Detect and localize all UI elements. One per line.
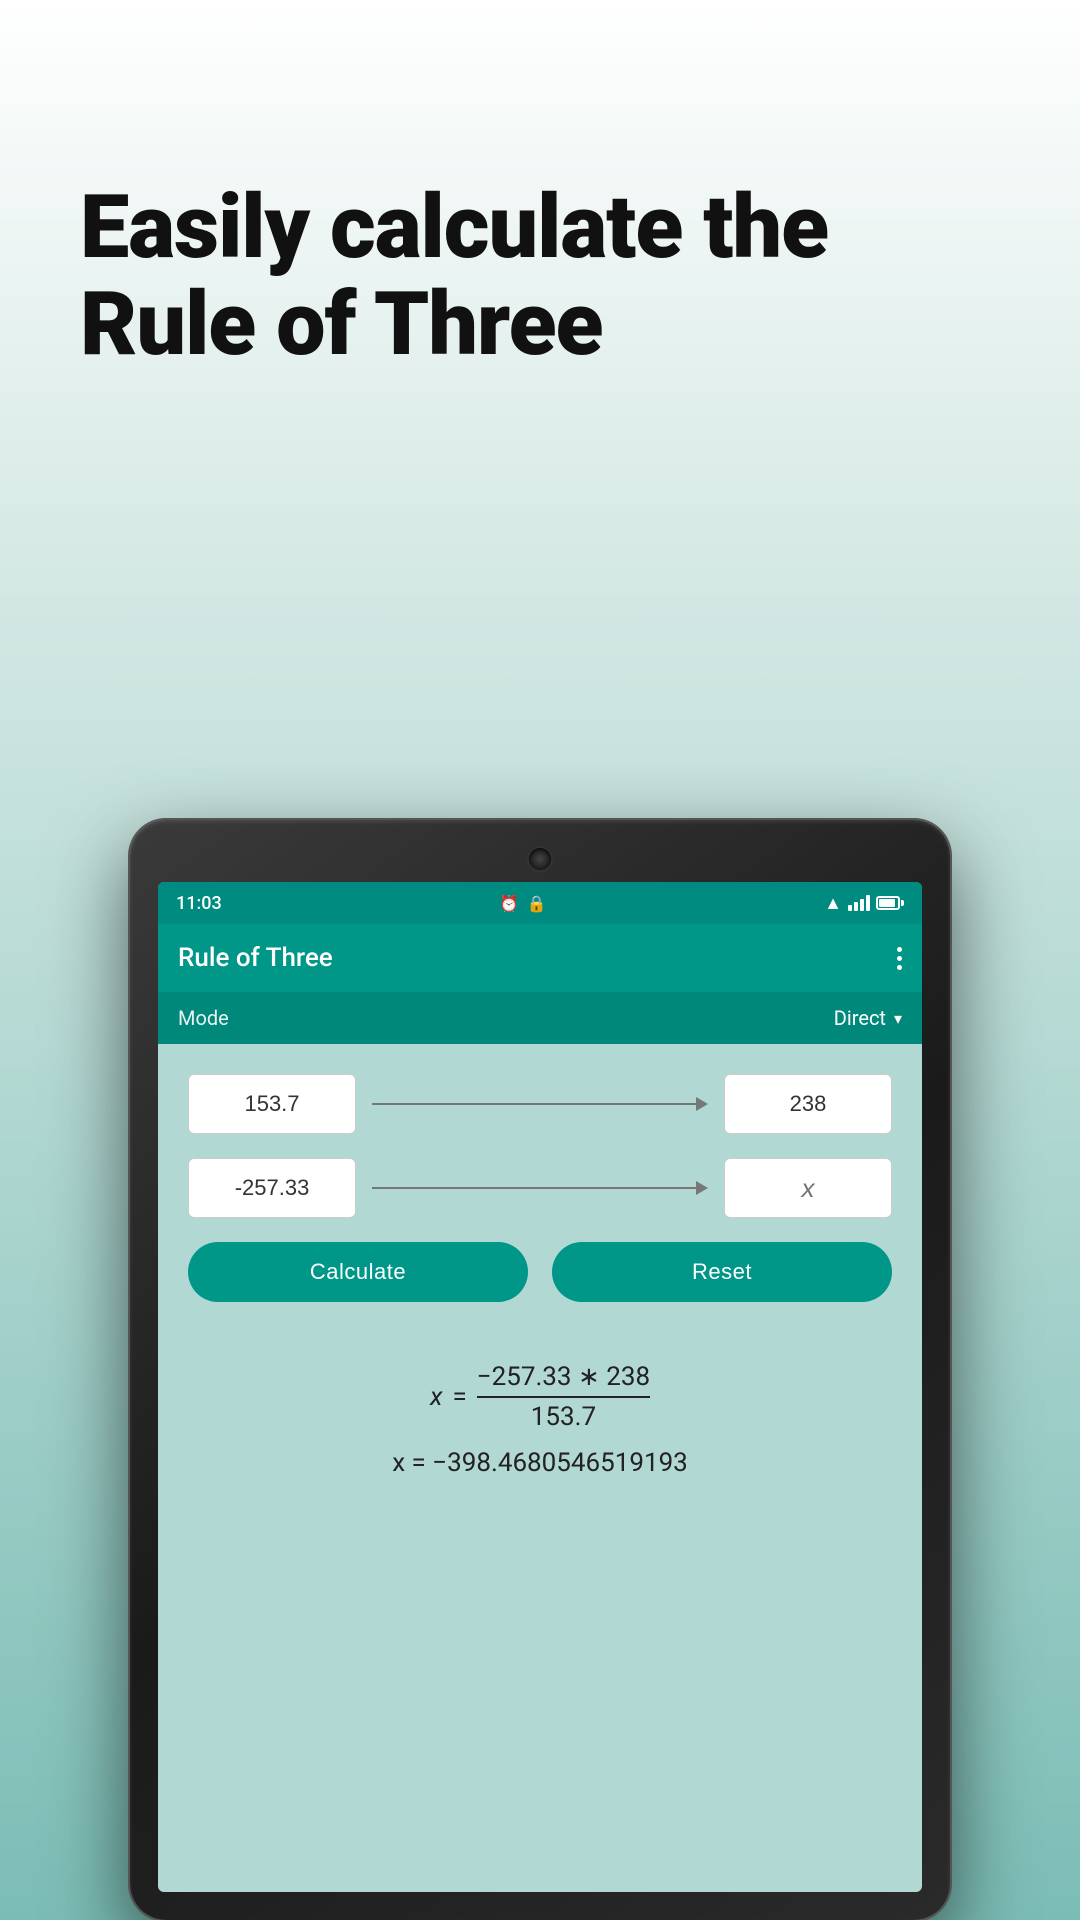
arrow-line-2 — [372, 1187, 708, 1189]
tablet-screen: 11:03 ⏰ 🔒 ▲ — [158, 882, 922, 1892]
formula-display: x = −257.33 ∗ 238 153.7 — [178, 1362, 902, 1432]
wifi-icon: ▲ — [824, 893, 842, 914]
calculate-button[interactable]: Calculate — [188, 1242, 528, 1302]
input-c[interactable] — [188, 1158, 356, 1218]
tablet-device: 11:03 ⏰ 🔒 ▲ — [130, 820, 950, 1920]
more-options-icon[interactable] — [897, 947, 902, 970]
mode-selector[interactable]: Direct ▾ — [834, 1006, 902, 1030]
formula-fraction: −257.33 ∗ 238 153.7 — [477, 1362, 650, 1432]
status-bar: 11:03 ⏰ 🔒 ▲ — [158, 882, 922, 924]
status-right-icons: ▲ — [824, 893, 904, 914]
alarm-icon: ⏰ — [499, 894, 519, 913]
formula-section: x = −257.33 ∗ 238 153.7 x = −398.4680546… — [158, 1352, 922, 1498]
input-row-1 — [188, 1074, 892, 1134]
status-icons: ⏰ 🔒 — [499, 894, 547, 913]
promo-section: Easily calculate the Rule of Three — [0, 0, 1080, 434]
input-x[interactable] — [724, 1158, 892, 1218]
buttons-row: Calculate Reset — [188, 1242, 892, 1302]
lock-icon: 🔒 — [527, 894, 547, 913]
tablet-shell: 11:03 ⏰ 🔒 ▲ — [130, 820, 950, 1920]
input-a[interactable] — [188, 1074, 356, 1134]
battery-icon — [876, 896, 904, 910]
status-time: 11:03 — [176, 893, 222, 914]
mode-dropdown-arrow: ▾ — [894, 1009, 902, 1028]
calculator-area: Calculate Reset — [158, 1044, 922, 1352]
reset-button[interactable]: Reset — [552, 1242, 892, 1302]
formula-numerator: −257.33 ∗ 238 — [477, 1362, 650, 1398]
signal-icon — [848, 895, 870, 911]
app-bar: Rule of Three — [158, 924, 922, 992]
arrow-line-1 — [372, 1103, 708, 1105]
mode-bar: Mode Direct ▾ — [158, 992, 922, 1044]
mode-label: Mode — [178, 1006, 229, 1030]
input-row-2 — [188, 1158, 892, 1218]
input-b[interactable] — [724, 1074, 892, 1134]
formula-denominator: 153.7 — [531, 1398, 596, 1432]
promo-title: Easily calculate the Rule of Three — [80, 180, 1000, 374]
camera-lens — [529, 848, 551, 870]
mode-value-text: Direct — [834, 1006, 886, 1030]
app-bar-title: Rule of Three — [178, 943, 333, 973]
result-display: x = −398.4680546519193 — [178, 1448, 902, 1478]
